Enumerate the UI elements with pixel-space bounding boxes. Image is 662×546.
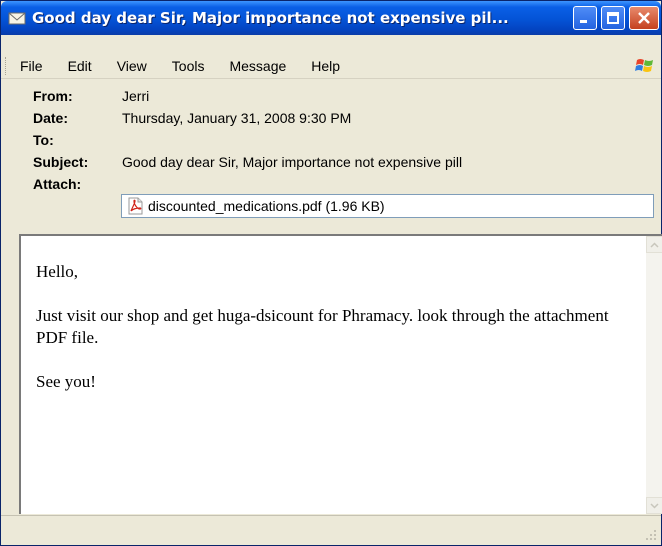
from-label: From:	[33, 88, 73, 104]
body-paragraph-main: Just visit our shop and get huga-dsicoun…	[36, 306, 609, 347]
maximize-button[interactable]	[601, 6, 625, 30]
message-body[interactable]: Hello, Just visit our shop and get huga-…	[19, 234, 662, 514]
menu-help[interactable]: Help	[309, 56, 342, 76]
minimize-button[interactable]	[573, 6, 597, 30]
title-bar[interactable]: Good day dear Sir, Major importance not …	[1, 1, 661, 35]
date-value: Thursday, January 31, 2008 9:30 PM	[122, 110, 352, 126]
menu-view[interactable]: View	[115, 56, 149, 76]
title-strip	[1, 35, 661, 53]
envelope-icon	[8, 9, 26, 27]
body-paragraph-greeting: Hello,	[36, 262, 79, 281]
date-label: Date:	[33, 110, 69, 126]
attachment-field[interactable]: discounted_medications.pdf (1.96 KB)	[121, 194, 654, 218]
menu-grip	[5, 56, 8, 75]
windows-logo-icon	[635, 56, 655, 76]
scroll-up-button[interactable]	[646, 236, 662, 253]
subject-label: Subject:	[33, 154, 89, 170]
attachment-filename[interactable]: discounted_medications.pdf (1.96 KB)	[148, 198, 385, 214]
body-paragraph-closing: See you!	[36, 372, 96, 391]
email-window: Good day dear Sir, Major importance not …	[0, 0, 662, 546]
close-button[interactable]	[629, 6, 659, 30]
attach-label: Attach:	[33, 176, 82, 192]
menu-file[interactable]: File	[18, 56, 45, 76]
from-value: Jerri	[122, 88, 150, 104]
menu-edit[interactable]: Edit	[66, 56, 94, 76]
vertical-scrollbar[interactable]	[646, 236, 662, 514]
to-label: To:	[33, 132, 54, 148]
message-text: Hello, Just visit our shop and get huga-…	[36, 261, 636, 415]
status-bar	[1, 515, 661, 545]
menu-tools[interactable]: Tools	[170, 56, 207, 76]
subject-value: Good day dear Sir, Major importance not …	[122, 154, 463, 170]
resize-grip-icon[interactable]	[645, 529, 657, 541]
scroll-down-button[interactable]	[646, 497, 662, 514]
menu-bar: File Edit View Tools Message Help	[1, 53, 661, 79]
menu-message[interactable]: Message	[227, 56, 288, 76]
window-title: Good day dear Sir, Major importance not …	[32, 9, 509, 27]
pdf-icon[interactable]	[126, 197, 144, 215]
